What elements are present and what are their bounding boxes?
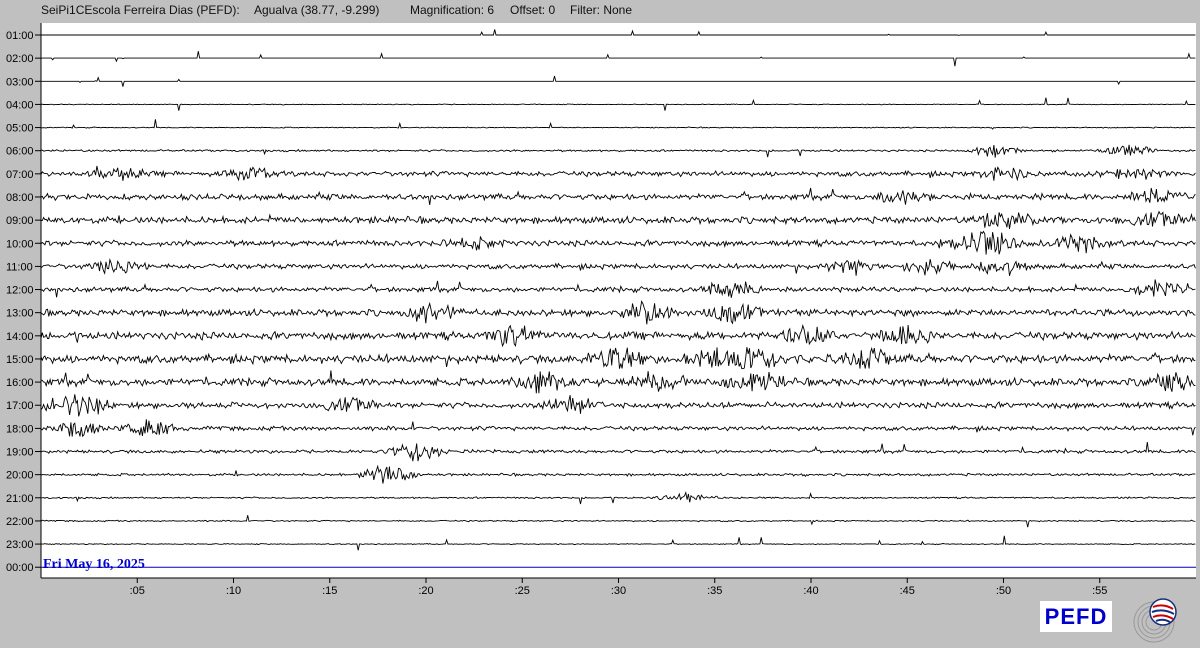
logo-text: PEFD: [1044, 603, 1108, 629]
row-label: 11:00: [6, 261, 33, 273]
row-label: 08:00: [6, 192, 34, 204]
row-label: 07:00: [6, 169, 34, 181]
row-label: 02:00: [6, 53, 34, 65]
row-label: 22:00: [6, 516, 34, 528]
row-label: 01:00: [6, 30, 34, 42]
globe-emblem-icon: [1133, 598, 1177, 643]
row-label: 10:00: [6, 238, 34, 250]
x-tick-label: :45: [900, 585, 915, 597]
row-label: 04:00: [6, 99, 34, 111]
row-label: 03:00: [6, 76, 34, 88]
row-label: 19:00: [6, 447, 34, 459]
x-tick-label: :55: [1092, 585, 1107, 597]
row-label: 20:00: [6, 470, 34, 482]
row-label: 06:00: [6, 146, 34, 158]
x-tick-label: :35: [707, 585, 722, 597]
x-tick-label: :50: [996, 585, 1011, 597]
row-label: 12:00: [6, 285, 34, 297]
row-label: 00:00: [6, 562, 34, 574]
x-tick-label: :30: [611, 585, 626, 597]
x-tick-label: :15: [322, 585, 337, 597]
x-tick-label: :20: [418, 585, 433, 597]
x-tick-label: :25: [515, 585, 530, 597]
row-label: 17:00: [6, 400, 34, 412]
row-label: 14:00: [6, 331, 34, 343]
row-label: 18:00: [6, 423, 34, 435]
row-label: 21:00: [6, 493, 34, 505]
x-tick-label: :10: [226, 585, 241, 597]
row-label: 05:00: [6, 123, 34, 135]
row-label: 23:00: [6, 539, 34, 551]
row-label: 16:00: [6, 377, 34, 389]
pefd-logo: PEFD: [1040, 601, 1112, 632]
plot-area: [41, 23, 1196, 578]
row-label: 09:00: [6, 215, 34, 227]
x-tick-label: :05: [130, 585, 145, 597]
date-label: Fri May 16, 2025: [43, 557, 145, 572]
x-tick-label: :40: [803, 585, 818, 597]
row-label: 15:00: [6, 354, 34, 366]
row-label: 13:00: [6, 308, 34, 320]
seismogram-chart: 01:00 02:00 03:00 04:00 05:00 06:00 07:00 08:00…: [6, 23, 1196, 597]
